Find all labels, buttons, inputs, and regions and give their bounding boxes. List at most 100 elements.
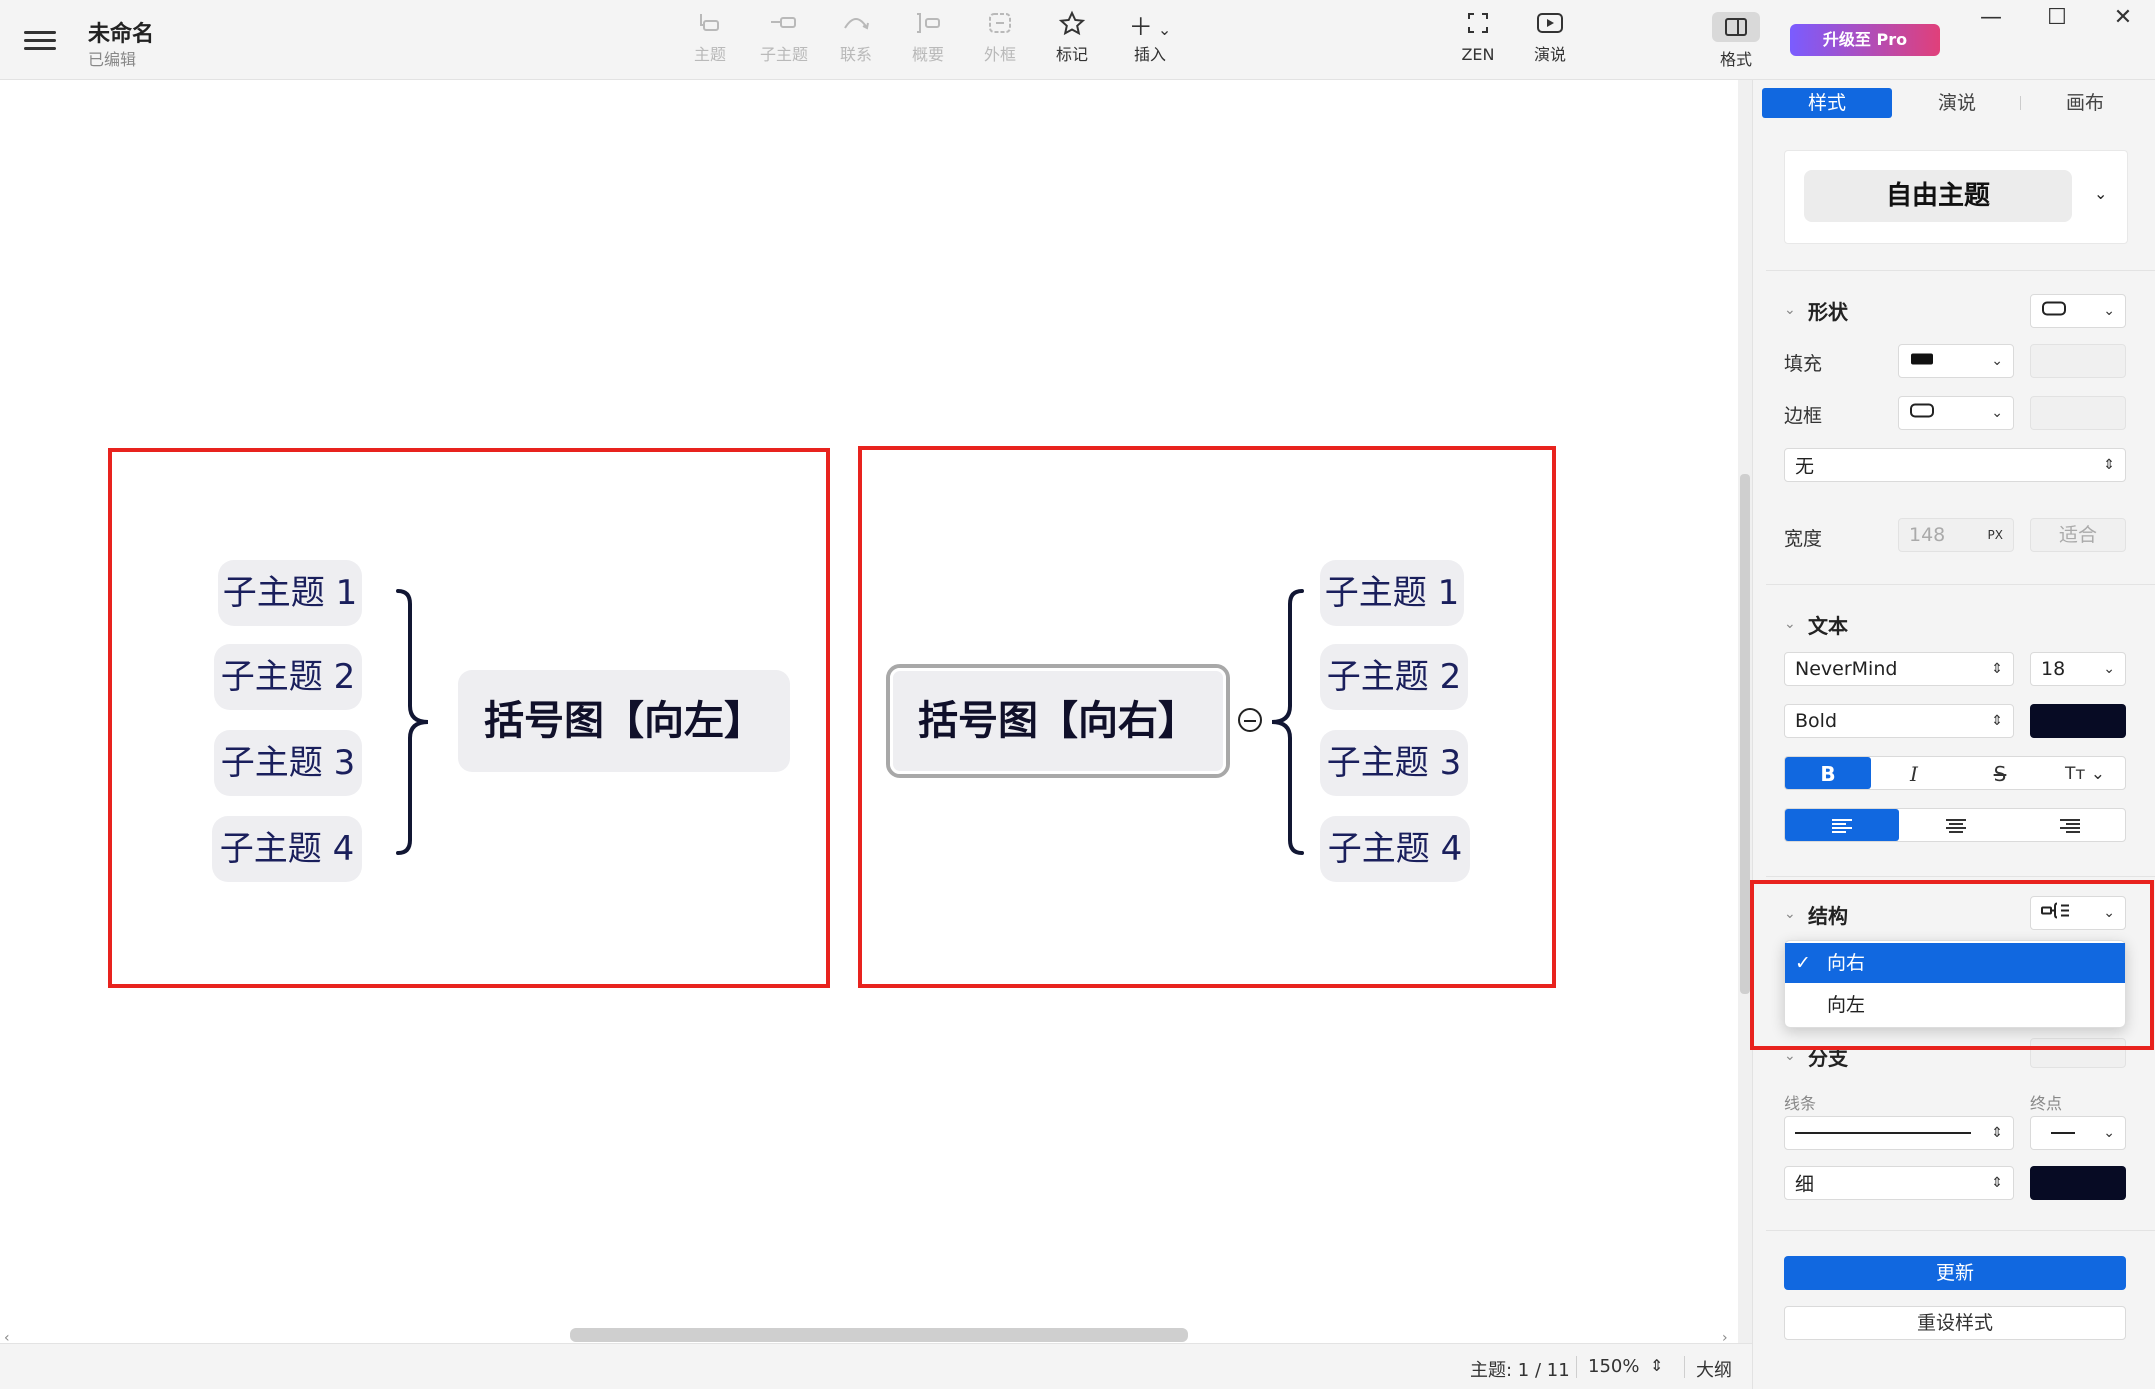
fit-width-button[interactable]: 适合: [2030, 518, 2126, 552]
align-left-icon: [1832, 819, 1852, 833]
line-end-icon: [2051, 1132, 2075, 1134]
format-panel-toggle[interactable]: [1712, 12, 1760, 42]
shape-select[interactable]: ⌄: [2030, 294, 2126, 328]
toolbar-boundary-button[interactable]: 外框: [962, 10, 1038, 72]
font-family-select[interactable]: NeverMind ⇕: [1784, 652, 2014, 686]
chevron-down-icon: ⌄: [1152, 20, 1172, 39]
up-down-arrows-icon: ⇕: [1991, 713, 2003, 729]
text-color-swatch[interactable]: [2030, 704, 2126, 738]
text-format-group: B I S Tт ⌄: [1784, 756, 2126, 790]
up-down-arrows-icon: ⇕: [2103, 457, 2115, 473]
vertical-scrollbar-thumb[interactable]: [1740, 474, 1750, 994]
branch-color-swatch[interactable]: [2030, 1166, 2126, 1200]
right-map-topic-1[interactable]: 子主题 1: [1320, 560, 1464, 626]
width-label: 宽度: [1784, 528, 1823, 550]
document-status: 已编辑: [88, 50, 137, 69]
branch-section-chevron-icon[interactable]: ⌄: [1784, 1048, 1796, 1064]
update-style-button[interactable]: 更新: [1784, 1256, 2126, 1290]
tab-canvas[interactable]: 画布: [2020, 88, 2150, 118]
shape-section-title: 形状: [1808, 300, 1848, 324]
boundary-icon: [962, 10, 1038, 44]
mindmap-canvas[interactable]: 子主题 1 子主题 2 子主题 3 子主题 4 括号图【向左】 括号图【向右】 …: [0, 80, 1738, 1346]
width-input[interactable]: 148 PX: [1898, 518, 2014, 552]
right-map-topic-4[interactable]: 子主题 4: [1320, 816, 1470, 882]
presentation-button[interactable]: 演说: [1512, 10, 1588, 72]
text-case-button[interactable]: Tт ⌄: [2043, 757, 2127, 789]
line-thickness-select[interactable]: 细 ⇕: [1784, 1166, 2014, 1200]
reset-style-button[interactable]: 重设样式: [1784, 1306, 2126, 1340]
italic-button[interactable]: I: [1871, 757, 1957, 789]
left-map-topic-4[interactable]: 子主题 4: [212, 816, 362, 882]
horizontal-scrollbar-thumb[interactable]: [570, 1328, 1188, 1342]
right-map-topic-3[interactable]: 子主题 3: [1320, 730, 1468, 796]
toolbar-topic-button[interactable]: 主题: [672, 10, 748, 72]
zen-mode-button[interactable]: ZEN: [1440, 10, 1516, 72]
line-style-select[interactable]: ⇕: [1784, 1116, 2014, 1150]
rounded-rect-shape-icon: [2041, 300, 2067, 323]
align-center-button[interactable]: [1899, 809, 2013, 841]
plus-icon: ＋: [1128, 13, 1153, 41]
top-toolbar: 未命名 已编辑 主题 子主题 联系 概要 外框 标记 ＋ ⌄ 插入 ZEN 演说…: [0, 0, 2155, 80]
right-map-central-topic[interactable]: 括号图【向右】: [886, 664, 1230, 778]
shape-section-chevron-icon[interactable]: ⌄: [1784, 302, 1796, 318]
document-title[interactable]: 未命名: [88, 16, 154, 48]
zoom-stepper-icon[interactable]: ⇕: [1650, 1356, 1663, 1375]
bold-button[interactable]: B: [1785, 757, 1871, 789]
up-down-arrows-icon: ⇕: [1991, 1175, 2003, 1191]
collapse-toggle-icon[interactable]: [1238, 708, 1262, 732]
strikethrough-button[interactable]: S: [1957, 757, 2043, 789]
left-map-central-topic[interactable]: 括号图【向左】: [458, 670, 790, 772]
border-label: 边框: [1784, 405, 1823, 427]
solid-fill-icon: [1909, 350, 1935, 373]
toolbar-relationship-button[interactable]: 联系: [818, 10, 894, 72]
line-end-select[interactable]: ⌄: [2030, 1116, 2126, 1150]
maximize-window-icon[interactable]: ☐: [2032, 2, 2082, 34]
align-right-button[interactable]: [2013, 809, 2127, 841]
minimize-window-icon[interactable]: —: [1966, 2, 2016, 34]
left-map-topic-1[interactable]: 子主题 1: [218, 560, 362, 626]
left-map-topic-2[interactable]: 子主题 2: [214, 644, 362, 710]
zoom-level[interactable]: 150%: [1588, 1356, 1639, 1377]
topic-icon: [672, 10, 748, 44]
outline-button[interactable]: 大纲: [1696, 1356, 1732, 1382]
theme-chevron-down-icon[interactable]: ⌄: [2094, 184, 2107, 203]
right-map-topic-2[interactable]: 子主题 2: [1320, 644, 1468, 710]
star-icon: [1034, 10, 1110, 44]
tab-presentation[interactable]: 演说: [1892, 88, 2022, 118]
font-size-select[interactable]: 18 ⌄: [2030, 652, 2126, 686]
play-icon: [1512, 10, 1588, 44]
toolbar-insert-button[interactable]: ＋ ⌄ 插入: [1112, 10, 1188, 72]
close-window-icon[interactable]: ✕: [2098, 2, 2148, 34]
text-align-group: [1784, 808, 2126, 842]
status-bar: 主题: 1 / 11 150% ⇕ 大纲: [0, 1343, 1752, 1389]
toolbar-subtopic-button[interactable]: 子主题: [746, 10, 822, 72]
align-center-icon: [1946, 819, 1966, 833]
fill-label: 填充: [1784, 353, 1823, 375]
hamburger-menu-icon[interactable]: [24, 26, 56, 54]
font-weight-select[interactable]: Bold ⇕: [1784, 704, 2014, 738]
theme-name[interactable]: 自由主题: [1804, 170, 2072, 222]
end-label: 终点: [2030, 1094, 2063, 1113]
text-section-title: 文本: [1808, 614, 1848, 638]
line-label: 线条: [1784, 1094, 1817, 1113]
fill-style-select[interactable]: ⌄: [1898, 344, 2014, 378]
toolbar-marker-button[interactable]: 标记: [1034, 10, 1110, 72]
border-style-select[interactable]: ⌄: [1898, 396, 2014, 430]
subtopic-icon: [746, 10, 822, 44]
chevron-down-icon: ⌄: [2103, 1125, 2115, 1141]
left-bracket-connector: [396, 589, 429, 855]
highlight-box-structure: [1750, 880, 2154, 1050]
toolbar-summary-button[interactable]: 概要: [890, 10, 966, 72]
tab-style[interactable]: 样式: [1762, 88, 1892, 118]
text-section-chevron-icon[interactable]: ⌄: [1784, 616, 1796, 632]
border-pattern-select[interactable]: 无 ⇕: [1784, 448, 2126, 482]
border-color-swatch[interactable]: [2030, 396, 2126, 430]
fill-color-swatch[interactable]: [2030, 344, 2126, 378]
upgrade-pro-button[interactable]: 升级至 Pro: [1790, 24, 1940, 56]
border-outline-icon: [1909, 402, 1935, 425]
chevron-down-icon: ⌄: [1991, 405, 2003, 421]
chevron-down-icon: ⌄: [2103, 303, 2115, 319]
align-left-button[interactable]: [1785, 809, 1899, 841]
align-right-icon: [2060, 819, 2080, 833]
left-map-topic-3[interactable]: 子主题 3: [214, 730, 362, 796]
